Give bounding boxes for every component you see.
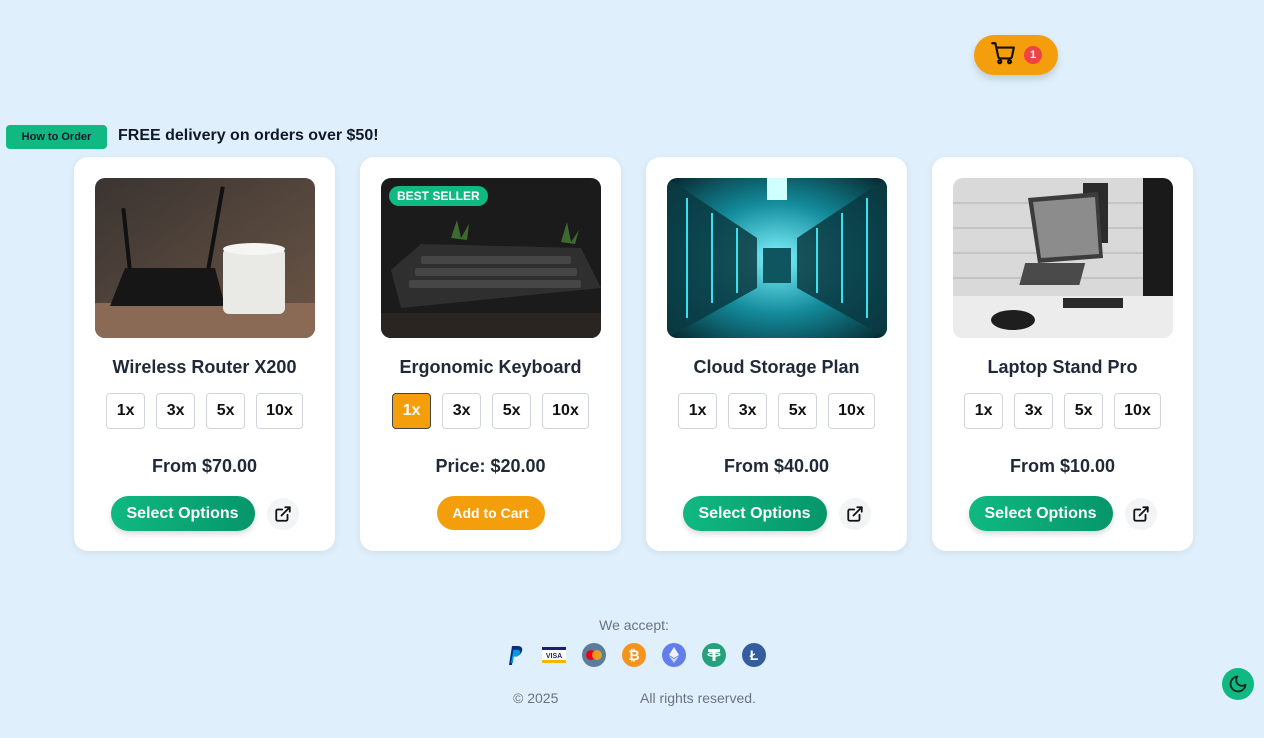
how-to-order-button[interactable]: How to Order: [6, 125, 107, 149]
bitcoin-icon: ₿: [622, 643, 646, 667]
product-card: Wireless Router X200 1x 3x 5x 10x From $…: [74, 157, 335, 551]
datacenter-image[interactable]: [667, 178, 887, 338]
quantity-options: 1x 3x 5x 10x: [646, 393, 907, 429]
external-link-icon: [1132, 505, 1149, 522]
rights-text: All rights reserved.: [640, 690, 756, 706]
external-link-button[interactable]: [838, 497, 871, 530]
qty-option-10x[interactable]: 10x: [256, 393, 303, 429]
tether-icon: [702, 643, 726, 667]
we-accept-label: We accept:: [599, 617, 669, 633]
qty-option-5x[interactable]: 5x: [778, 393, 818, 429]
select-options-button[interactable]: Select Options: [110, 496, 255, 531]
product-price: From $70.00: [151, 456, 258, 476]
paypal-icon: [502, 643, 526, 667]
qty-option-1x[interactable]: 1x: [678, 393, 718, 429]
ethereum-icon: [662, 643, 686, 667]
external-link-icon: [846, 505, 863, 522]
payment-methods: VISA ₿ Ł: [502, 643, 766, 667]
product-card: BEST SELLER Ergonomic Keyboard 1x 3x 5x …: [360, 157, 621, 551]
product-actions: Select Options: [932, 496, 1193, 531]
svg-text:₿: ₿: [628, 647, 639, 663]
quantity-options: 1x 3x 5x 10x: [74, 393, 335, 429]
copyright-text: © 2025: [513, 690, 559, 706]
product-actions: Select Options: [646, 496, 907, 531]
qty-option-10x[interactable]: 10x: [1114, 393, 1161, 429]
theme-toggle-button[interactable]: [1222, 668, 1254, 700]
qty-option-3x[interactable]: 3x: [728, 393, 768, 429]
product-title: Cloud Storage Plan: [693, 357, 860, 377]
qty-option-3x[interactable]: 3x: [442, 393, 482, 429]
product-grid: Wireless Router X200 1x 3x 5x 10x From $…: [74, 157, 1193, 551]
svg-text:Ł: Ł: [750, 647, 759, 663]
select-options-button[interactable]: Select Options: [968, 496, 1113, 531]
laptop-stand-image[interactable]: [953, 178, 1173, 338]
qty-option-10x[interactable]: 10x: [828, 393, 875, 429]
qty-option-1x[interactable]: 1x: [964, 393, 1004, 429]
qty-option-10x[interactable]: 10x: [542, 393, 589, 429]
keyboard-image[interactable]: BEST SELLER: [381, 178, 601, 338]
external-link-button[interactable]: [266, 497, 299, 530]
product-actions: Add to Cart: [360, 496, 621, 530]
router-image[interactable]: [95, 178, 315, 338]
product-price: From $40.00: [723, 456, 830, 476]
cart-button[interactable]: 1: [974, 35, 1058, 75]
qty-option-5x[interactable]: 5x: [1064, 393, 1104, 429]
qty-option-5x[interactable]: 5x: [492, 393, 532, 429]
product-card: Laptop Stand Pro 1x 3x 5x 10x From $10.0…: [932, 157, 1193, 551]
product-price: Price: $20.00: [435, 456, 546, 476]
cart-count-badge: 1: [1024, 46, 1042, 64]
qty-option-1x[interactable]: 1x: [392, 393, 432, 429]
promo-text: FREE delivery on orders over $50!: [118, 127, 379, 144]
external-link-button[interactable]: [1124, 497, 1157, 530]
qty-option-1x[interactable]: 1x: [106, 393, 146, 429]
litecoin-icon: Ł: [742, 643, 766, 667]
qty-option-5x[interactable]: 5x: [206, 393, 246, 429]
quantity-options: 1x 3x 5x 10x: [932, 393, 1193, 429]
product-card: Cloud Storage Plan 1x 3x 5x 10x From $40…: [646, 157, 907, 551]
svg-text:VISA: VISA: [546, 653, 562, 660]
external-link-icon: [274, 505, 291, 522]
visa-icon: VISA: [542, 643, 566, 667]
product-price: From $10.00: [1009, 456, 1116, 476]
qty-option-3x[interactable]: 3x: [156, 393, 196, 429]
moon-icon: [1229, 675, 1247, 693]
add-to-cart-button[interactable]: Add to Cart: [436, 496, 545, 530]
product-actions: Select Options: [74, 496, 335, 531]
select-options-button[interactable]: Select Options: [682, 496, 827, 531]
best-seller-badge: BEST SELLER: [389, 186, 488, 206]
mastercard-icon: [582, 643, 606, 667]
product-title: Ergonomic Keyboard: [399, 357, 582, 377]
product-title: Wireless Router X200: [112, 357, 297, 377]
cart-icon: [990, 40, 1016, 71]
product-title: Laptop Stand Pro: [987, 357, 1138, 377]
quantity-options: 1x 3x 5x 10x: [360, 393, 621, 429]
qty-option-3x[interactable]: 3x: [1014, 393, 1054, 429]
